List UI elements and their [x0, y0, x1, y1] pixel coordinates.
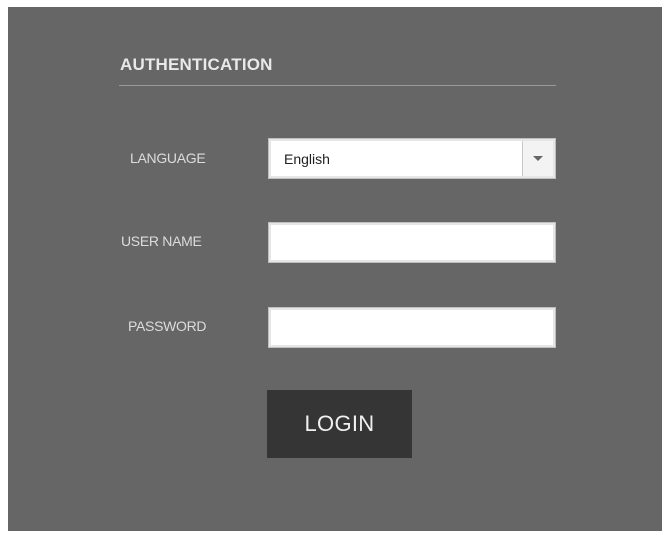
language-select[interactable]: English	[268, 138, 556, 179]
language-dropdown-button[interactable]	[522, 141, 553, 176]
login-button[interactable]: LOGIN	[267, 390, 412, 458]
language-label: LANGUAGE	[130, 150, 206, 166]
username-label: USER NAME	[121, 233, 202, 249]
section-title: AUTHENTICATION	[120, 55, 273, 74]
title-divider	[119, 85, 556, 86]
chevron-down-icon	[533, 156, 543, 161]
password-input[interactable]	[268, 307, 556, 348]
language-selected-value: English	[284, 151, 330, 167]
authentication-panel: AUTHENTICATION LANGUAGE English USER NAM…	[8, 7, 662, 531]
username-input[interactable]	[268, 222, 556, 263]
password-label: PASSWORD	[128, 318, 207, 334]
